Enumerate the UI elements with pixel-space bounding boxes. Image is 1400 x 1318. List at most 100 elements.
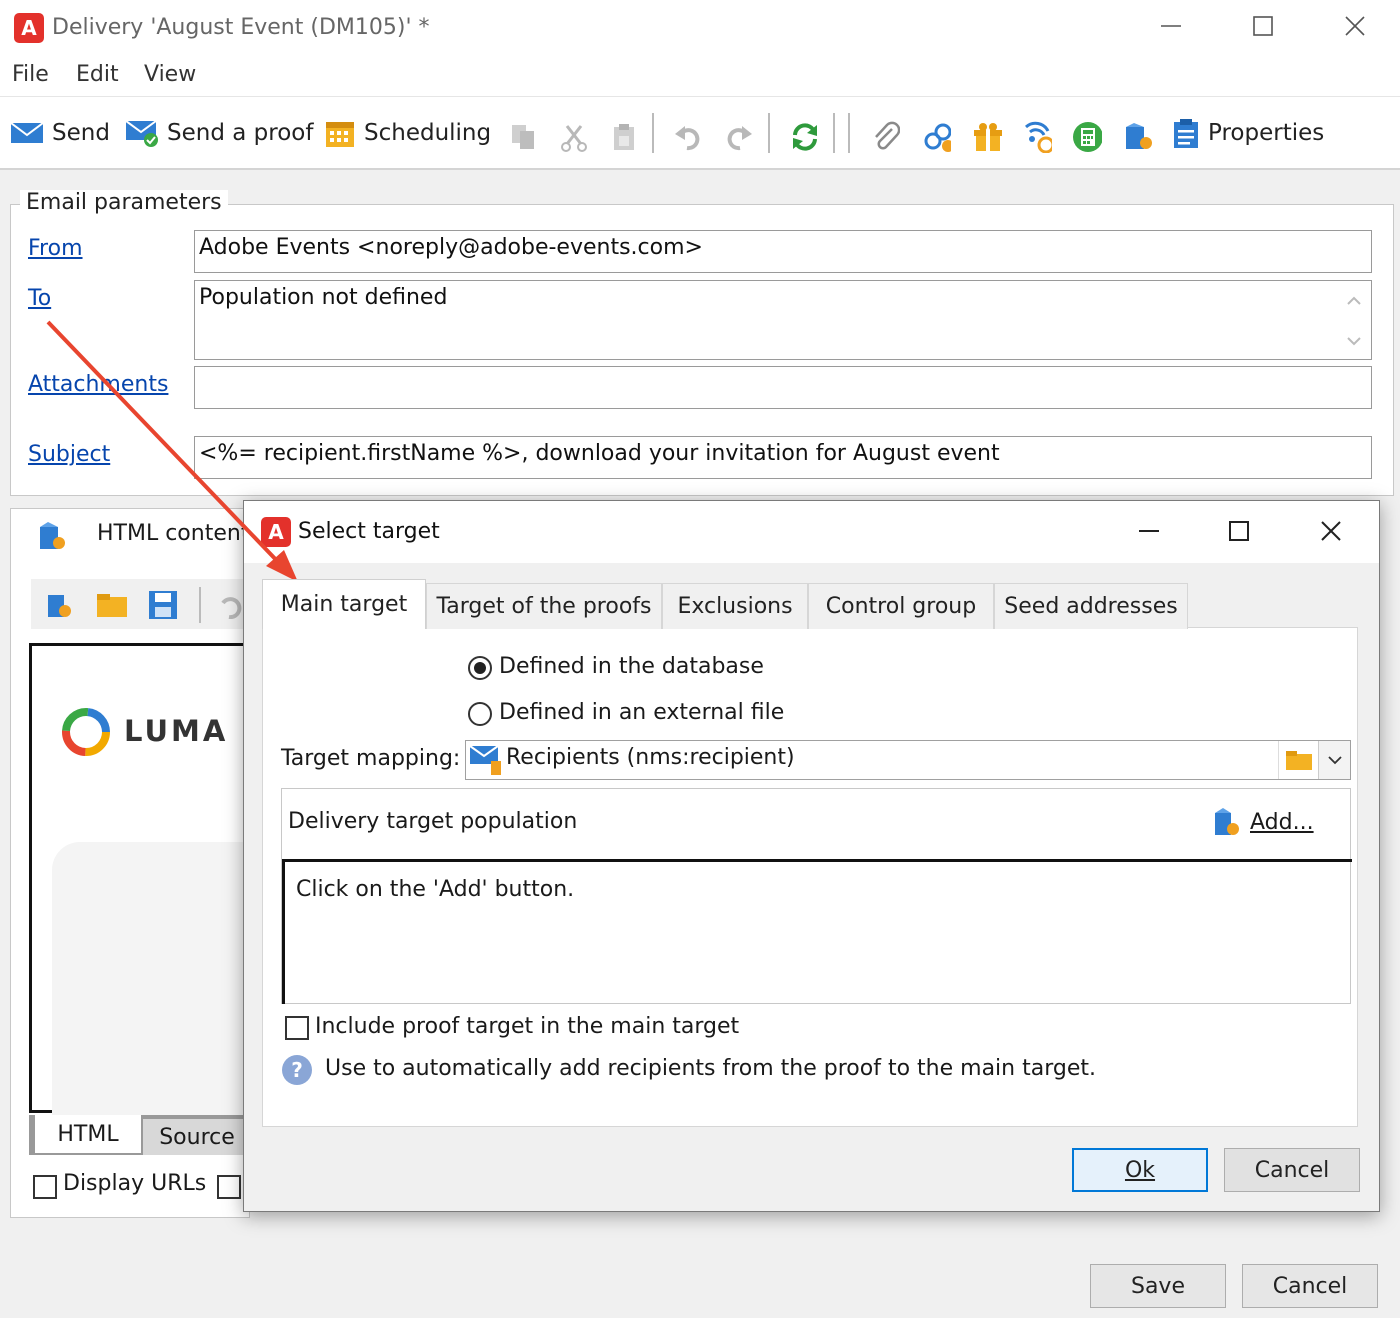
radio-defined-in-database[interactable] <box>468 656 492 680</box>
display-urls-label: Display URLs <box>63 1171 207 1196</box>
to-scrollbar[interactable] <box>1342 286 1366 354</box>
from-field[interactable]: Adobe Events <noreply@adobe-events.com> <box>194 230 1372 273</box>
menu-view[interactable]: View <box>144 62 196 87</box>
from-link[interactable]: From <box>28 236 83 261</box>
maximize-icon <box>1229 521 1249 541</box>
menu-file[interactable]: File <box>12 62 49 87</box>
tracking-icon[interactable] <box>1022 121 1052 153</box>
population-divider <box>282 859 1352 862</box>
send-proof-button[interactable]: Send a proof <box>125 111 313 155</box>
toolbar-separator <box>768 113 770 153</box>
refresh-icon[interactable] <box>789 122 819 152</box>
include-proof-checkbox[interactable] <box>285 1016 309 1040</box>
population-list-border <box>282 862 285 1004</box>
subject-field[interactable]: <%= recipient.firstName %>, download you… <box>194 436 1372 479</box>
toolbar-separator <box>848 113 850 153</box>
help-icon: ? <box>282 1055 312 1085</box>
radio-defined-in-file-label: Defined in an external file <box>499 700 785 725</box>
radio-defined-in-database-label: Defined in the database <box>499 654 764 679</box>
redo-icon[interactable] <box>722 122 752 152</box>
subject-link[interactable]: Subject <box>28 442 110 467</box>
menu-edit[interactable]: Edit <box>76 62 119 87</box>
dropdown-button[interactable] <box>1318 741 1350 779</box>
ok-label: Ok <box>1124 1157 1156 1183</box>
window-title: Delivery 'August Event (DM105)' * <box>52 15 430 40</box>
envelope-check-icon <box>125 120 158 147</box>
tab-seed-addresses[interactable]: Seed addresses <box>994 583 1188 629</box>
tab-main-target[interactable]: Main target <box>262 579 426 629</box>
close-icon <box>1345 16 1365 36</box>
envelope-icon <box>10 122 44 143</box>
minimize-button[interactable] <box>1148 6 1194 46</box>
attachments-field[interactable] <box>194 366 1372 409</box>
close-icon <box>1321 521 1341 541</box>
edit-object-icon[interactable] <box>1122 122 1152 152</box>
browse-folder-button[interactable] <box>1278 741 1318 779</box>
tab-target-of-the-proofs[interactable]: Target of the proofs <box>426 583 662 629</box>
ok-button[interactable]: Ok <box>1072 1148 1208 1192</box>
scheduling-button[interactable]: Scheduling <box>324 111 491 155</box>
link-icon[interactable] <box>921 122 951 152</box>
target-mapping-select[interactable]: Recipients (nms:recipient) <box>465 740 1351 780</box>
attachment-icon[interactable] <box>870 121 900 152</box>
folder-icon[interactable] <box>95 591 129 619</box>
toolbar-separator <box>199 587 201 623</box>
folder-icon <box>1285 751 1312 770</box>
luma-logo-icon <box>62 708 110 756</box>
new-content-icon[interactable] <box>45 589 75 621</box>
tab-source[interactable]: Source <box>143 1119 251 1155</box>
luma-brand: LUMA <box>124 714 229 748</box>
html-preview: LUMA <box>29 643 252 1116</box>
display-urls-checkbox[interactable] <box>33 1175 57 1199</box>
gift-icon[interactable] <box>972 122 1002 152</box>
cut-icon[interactable] <box>559 122 589 152</box>
properties-button[interactable]: Properties <box>1172 111 1324 155</box>
paste-icon[interactable] <box>609 122 639 152</box>
send-proof-label: Send a proof <box>167 120 314 146</box>
dialog-minimize-button[interactable] <box>1126 511 1172 551</box>
population-label: Delivery target population <box>288 809 578 834</box>
tab-html[interactable]: HTML <box>35 1115 141 1153</box>
add-target-icon <box>1215 808 1239 835</box>
copy-icon[interactable] <box>508 122 538 152</box>
properties-label: Properties <box>1208 120 1325 146</box>
select-target-dialog: A Select target Defined in the database … <box>243 500 1380 1212</box>
tab-exclusions[interactable]: Exclusions <box>662 583 808 629</box>
svg-text:?: ? <box>291 1058 303 1082</box>
target-mapping-value: Recipients (nms:recipient) <box>506 745 795 770</box>
html-content-header: HTML content <box>97 521 250 546</box>
tab-control-group[interactable]: Control group <box>808 583 994 629</box>
dialog-maximize-button[interactable] <box>1216 511 1262 551</box>
chevron-down-icon <box>1327 756 1342 765</box>
delivery-population-section: Delivery target population Add... Click … <box>281 788 1352 1004</box>
save-icon[interactable] <box>147 589 179 621</box>
dialog-title-bar: A Select target <box>244 501 1379 563</box>
scheduling-label: Scheduling <box>364 120 492 146</box>
close-button[interactable] <box>1332 6 1378 46</box>
calculator-icon[interactable] <box>1072 122 1102 152</box>
save-button[interactable]: Save <box>1090 1264 1226 1308</box>
adobe-app-icon: A <box>261 517 291 547</box>
undo-icon[interactable] <box>673 122 703 152</box>
scroll-arrows-icon <box>1347 296 1361 346</box>
dialog-close-button[interactable] <box>1308 511 1354 551</box>
maximize-icon <box>1253 16 1273 36</box>
maximize-button[interactable] <box>1240 6 1286 46</box>
main-target-panel: Defined in the database Defined in an ex… <box>262 627 1358 1127</box>
content-tabs: HTML Source <box>29 1115 251 1155</box>
to-field[interactable]: Population not defined <box>194 280 1372 360</box>
recipients-icon <box>469 745 501 775</box>
calendar-icon <box>326 122 354 147</box>
add-button[interactable]: Add... <box>1212 805 1314 839</box>
to-link[interactable]: To <box>28 286 51 311</box>
dialog-title: Select target <box>298 519 440 544</box>
attachments-link[interactable]: Attachments <box>28 372 168 397</box>
undo-icon[interactable] <box>215 591 245 619</box>
send-button[interactable]: Send <box>10 111 110 155</box>
radio-defined-in-file[interactable] <box>468 702 492 726</box>
secondary-checkbox[interactable] <box>217 1175 241 1199</box>
dialog-cancel-button[interactable]: Cancel <box>1224 1148 1360 1192</box>
cancel-button[interactable]: Cancel <box>1242 1264 1378 1308</box>
email-parameters-legend: Email parameters <box>20 190 228 215</box>
html-content-pane: HTML content LUMA HTML Source Display UR… <box>10 508 252 1218</box>
